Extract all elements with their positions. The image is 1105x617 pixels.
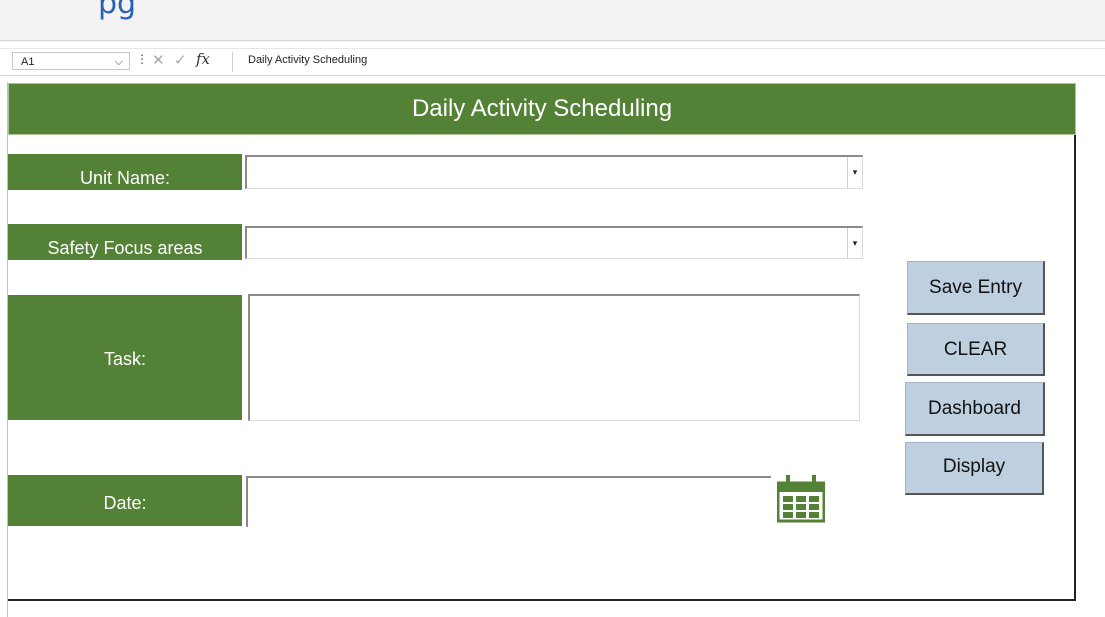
formula-divider <box>232 52 233 72</box>
name-box[interactable]: A1 ⌵ <box>12 52 130 70</box>
formula-input[interactable]: Daily Activity Scheduling <box>248 54 367 66</box>
window-title-fragment: pg <box>98 0 137 21</box>
task-textarea[interactable] <box>248 294 860 421</box>
unit-name-label: Unit Name: <box>8 154 242 190</box>
clear-button[interactable]: CLEAR <box>907 323 1045 376</box>
display-button[interactable]: Display <box>905 442 1044 495</box>
insert-function-icon[interactable]: fx <box>196 50 210 68</box>
cell-reference: A1 <box>21 56 35 68</box>
formula-bar: A1 ⌵ ⋮ ✕ ✓ fx Daily Activity Scheduling <box>0 48 1105 76</box>
dropdown-arrow-icon[interactable]: ▾ <box>847 157 862 188</box>
more-options-icon[interactable]: ⋮ <box>136 52 148 66</box>
date-label: Date: <box>8 475 242 526</box>
chevron-down-icon[interactable]: ⌵ <box>115 53 123 71</box>
task-label: Task: <box>8 295 242 420</box>
cancel-icon[interactable]: ✕ <box>152 51 165 69</box>
safety-focus-dropdown[interactable]: ▾ <box>245 226 863 259</box>
enter-icon[interactable]: ✓ <box>174 51 187 69</box>
dropdown-arrow-icon[interactable]: ▾ <box>847 228 862 258</box>
dashboard-button[interactable]: Dashboard <box>905 382 1045 436</box>
safety-focus-label: Safety Focus areas <box>8 224 242 260</box>
ribbon-strip: pg <box>0 0 1105 42</box>
date-input[interactable] <box>246 476 771 527</box>
save-entry-button[interactable]: Save Entry <box>907 261 1045 315</box>
unit-name-dropdown[interactable]: ▾ <box>245 155 863 189</box>
ribbon-divider <box>0 40 1105 41</box>
calendar-icon[interactable] <box>777 473 825 523</box>
form-title: Daily Activity Scheduling <box>8 83 1076 135</box>
